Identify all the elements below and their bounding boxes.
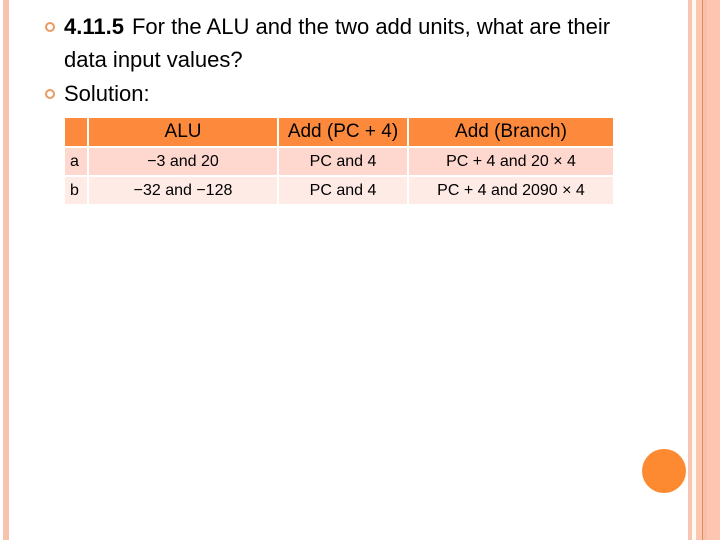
question-text: For the ALU and the two add units, what … [64, 14, 611, 72]
table-row: a −3 and 20 PC and 4 PC + 4 and 20 × 4 [65, 148, 613, 175]
cell-add-pc4: PC and 4 [279, 177, 407, 204]
cell-add-branch: PC + 4 and 20 × 4 [409, 148, 613, 175]
table-row: b −32 and −128 PC and 4 PC + 4 and 2090 … [65, 177, 613, 204]
row-label: b [65, 177, 87, 204]
left-border-stripe [3, 0, 9, 540]
circle-bullet-icon [45, 22, 55, 32]
question-number: 4.11.5 [64, 14, 124, 39]
cell-add-pc4: PC and 4 [279, 148, 407, 175]
cell-alu: −3 and 20 [89, 148, 277, 175]
solution-label: Solution: [64, 81, 150, 106]
question-bullet: 4.11.5 For the ALU and the two add units,… [44, 10, 644, 76]
header-cell-alu: ALU [89, 118, 277, 146]
table-header-row: ALU Add (PC + 4) Add (Branch) [65, 118, 613, 146]
header-cell-empty [65, 118, 87, 146]
circle-bullet-icon [45, 89, 55, 99]
cell-add-branch: PC + 4 and 2090 × 4 [409, 177, 613, 204]
header-cell-add-pc4: Add (PC + 4) [279, 118, 407, 146]
header-cell-add-branch: Add (Branch) [409, 118, 613, 146]
solution-bullet: Solution: [44, 77, 644, 110]
bullet-list: 4.11.5 For the ALU and the two add units,… [44, 10, 644, 110]
solution-table: ALU Add (PC + 4) Add (Branch) a −3 and 2… [63, 116, 615, 206]
right-border-stripe [707, 0, 720, 540]
decorative-orange-circle [642, 449, 686, 493]
row-label: a [65, 148, 87, 175]
cell-alu: −32 and −128 [89, 177, 277, 204]
